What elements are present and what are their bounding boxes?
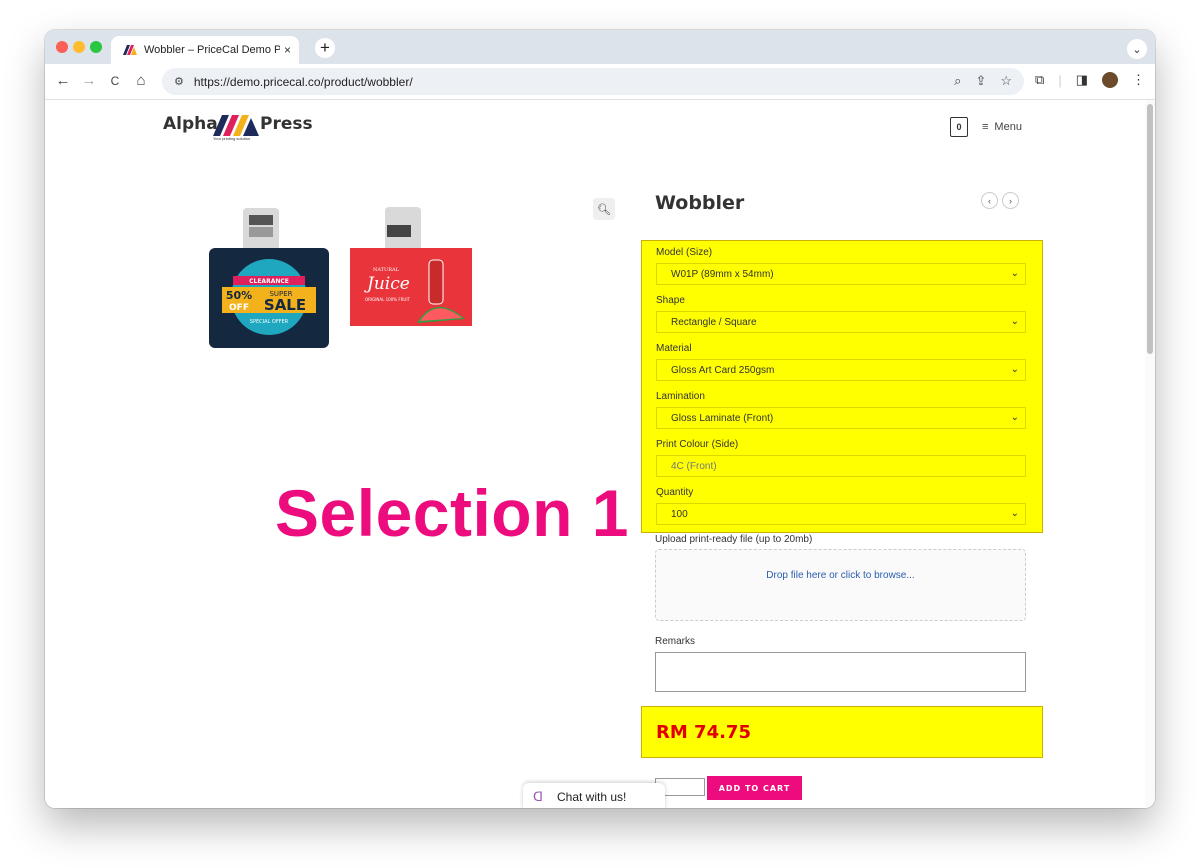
browser-toolbar: ← → C ⌂ ⚙ https://demo.pricecal.co/produ… bbox=[45, 64, 1155, 100]
option-label-shape: Shape bbox=[656, 295, 685, 306]
price-panel: RM 74.75 bbox=[641, 706, 1043, 758]
site-info-icon[interactable]: ⚙ bbox=[174, 75, 184, 88]
chevron-down-icon: ⌄ bbox=[1010, 412, 1019, 423]
logo-text-press: Press bbox=[260, 114, 313, 134]
image-zoom-button[interactable]: 🔍︎ bbox=[593, 198, 615, 220]
close-tab-icon[interactable]: × bbox=[284, 43, 291, 57]
remarks-label: Remarks bbox=[655, 636, 696, 647]
address-bar[interactable]: ⚙ https://demo.pricecal.co/product/wobbl… bbox=[162, 68, 1024, 95]
product-options-panel: Model (Size) W01P (89mm x 54mm) ⌄ Shape … bbox=[641, 240, 1043, 533]
home-icon[interactable]: ⌂ bbox=[131, 72, 151, 89]
chevron-down-icon: ⌄ bbox=[1010, 508, 1019, 519]
option-label-lamination: Lamination bbox=[656, 391, 705, 402]
option-label-print-colour: Print Colour (Side) bbox=[656, 439, 739, 450]
tab-bar: Wobbler – PriceCal Demo Pri × + ⌄ bbox=[45, 30, 1155, 64]
menu-button[interactable]: ≡ Menu bbox=[982, 121, 1022, 133]
maximize-window-button[interactable] bbox=[90, 41, 102, 53]
juice-word-text: Juice bbox=[364, 274, 410, 294]
chevron-down-icon: ⌄ bbox=[1010, 316, 1019, 327]
browser-menu-icon[interactable]: ⋮ bbox=[1132, 72, 1145, 88]
product-title: Wobbler bbox=[655, 192, 745, 214]
zoom-icon[interactable]: ⌕ bbox=[954, 73, 961, 89]
chat-label: Chat with us! bbox=[556, 789, 627, 804]
material-value: Gloss Art Card 250gsm bbox=[671, 364, 775, 376]
minimize-window-button[interactable] bbox=[73, 41, 85, 53]
juice-org-text: ORIGINAL 100% FRUIT bbox=[365, 297, 411, 302]
file-drop-zone[interactable]: Drop file here or click to browse... bbox=[655, 549, 1026, 621]
share-icon[interactable]: ⇪ bbox=[975, 73, 986, 89]
magnifier-icon: 🔍︎ bbox=[597, 203, 611, 216]
browser-window: Wobbler – PriceCal Demo Pri × + ⌄ ← → C … bbox=[45, 30, 1155, 808]
bookmark-star-icon[interactable]: ☆ bbox=[1000, 73, 1012, 89]
tab-title: Wobbler – PriceCal Demo Pri bbox=[144, 44, 280, 56]
option-label-model: Model (Size) bbox=[656, 247, 713, 258]
quantity-value: 100 bbox=[671, 508, 688, 520]
chevron-down-icon: ⌄ bbox=[1010, 364, 1019, 375]
tab-search-icon[interactable]: ⌄ bbox=[1127, 39, 1147, 59]
wobbler-pad-left bbox=[249, 215, 273, 225]
side-panel-icon[interactable]: ◨ bbox=[1076, 72, 1088, 88]
close-window-button[interactable] bbox=[56, 41, 68, 53]
option-label-material: Material bbox=[656, 343, 692, 354]
toolbar-divider: | bbox=[1058, 72, 1062, 88]
cart-icon[interactable]: 0 bbox=[950, 117, 968, 137]
next-product-icon[interactable]: › bbox=[1002, 192, 1019, 209]
lamination-value: Gloss Laminate (Front) bbox=[671, 412, 774, 424]
material-select[interactable]: Gloss Art Card 250gsm ⌄ bbox=[656, 359, 1026, 381]
selection-overlay-label: Selection 1 bbox=[275, 476, 629, 550]
model-size-select[interactable]: W01P (89mm x 54mm) ⌄ bbox=[656, 263, 1026, 285]
product-image[interactable]: CLEARANCE 50% OFF SUPER SALE SPECIAL OFF… bbox=[207, 205, 507, 355]
juice-bottle bbox=[428, 259, 444, 305]
back-arrow-icon[interactable]: ← bbox=[53, 72, 73, 89]
chat-widget[interactable]: ᗡ Chat with us! bbox=[523, 783, 665, 808]
option-label-quantity: Quantity bbox=[656, 487, 694, 498]
page-content: Alpha Press Your printing solution 0 ≡ M… bbox=[45, 100, 1145, 808]
sale-special-text: SPECIAL OFFER bbox=[250, 319, 289, 325]
sale-clearance-text: CLEARANCE bbox=[249, 278, 289, 285]
tab-wobbler[interactable]: Wobbler – PriceCal Demo Pri × bbox=[111, 36, 299, 64]
site-favicon-icon bbox=[123, 45, 137, 55]
quantity-select[interactable]: 100 ⌄ bbox=[656, 503, 1026, 525]
product-nav: ‹ › bbox=[981, 192, 1019, 209]
profile-avatar[interactable] bbox=[1102, 72, 1118, 88]
add-to-cart-button[interactable]: ADD TO CART bbox=[707, 776, 802, 800]
logo-text-alpha: Alpha bbox=[163, 114, 218, 134]
extensions-icon[interactable]: ⧉ bbox=[1035, 72, 1044, 88]
hamburger-icon: ≡ bbox=[982, 121, 989, 133]
upload-label: Upload print-ready file (up to 20mb) bbox=[655, 534, 813, 545]
lamination-select[interactable]: Gloss Laminate (Front) ⌄ bbox=[656, 407, 1026, 429]
previous-product-icon[interactable]: ‹ bbox=[981, 192, 998, 209]
print-colour-field: 4C (Front) bbox=[656, 455, 1026, 477]
shape-select[interactable]: Rectangle / Square ⌄ bbox=[656, 311, 1026, 333]
chevron-down-icon: ⌄ bbox=[1010, 268, 1019, 279]
logo-tagline: Your printing solution bbox=[213, 136, 251, 141]
new-tab-button[interactable]: + bbox=[315, 38, 335, 58]
model-size-value: W01P (89mm x 54mm) bbox=[671, 268, 774, 280]
site-logo[interactable]: Alpha Press Your printing solution bbox=[163, 114, 313, 144]
upload-prompt: Drop file here or click to browse... bbox=[766, 570, 915, 581]
wobbler-pad-left-2 bbox=[249, 227, 273, 237]
chat-icon: ᗡ bbox=[533, 788, 543, 804]
sale-percent-text: 50% bbox=[226, 289, 252, 302]
scrollbar-thumb[interactable] bbox=[1147, 104, 1153, 354]
price-value: RM 74.75 bbox=[656, 721, 751, 743]
juice-natural-text: NATURAL bbox=[373, 267, 400, 273]
menu-label: Menu bbox=[994, 121, 1022, 133]
shape-value: Rectangle / Square bbox=[671, 316, 757, 328]
logo-mark-icon bbox=[213, 115, 259, 136]
sale-word-text: SALE bbox=[264, 296, 306, 314]
reload-icon[interactable]: C bbox=[105, 74, 125, 88]
url-text: https://demo.pricecal.co/product/wobbler… bbox=[193, 74, 413, 89]
wobbler-pad-right bbox=[387, 225, 411, 237]
print-colour-value: 4C (Front) bbox=[671, 460, 717, 472]
sale-off-text: OFF bbox=[229, 303, 249, 313]
forward-arrow-icon[interactable]: → bbox=[79, 72, 99, 89]
page-scrollbar[interactable] bbox=[1145, 100, 1155, 808]
remarks-textarea[interactable] bbox=[655, 652, 1026, 692]
